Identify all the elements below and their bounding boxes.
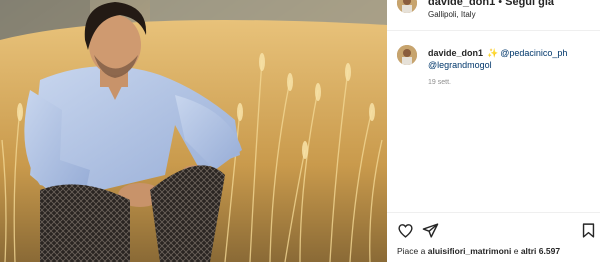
caption-username[interactable]: davide_don1 <box>428 48 483 58</box>
likes-count-button[interactable]: altri 6.597 <box>521 246 560 256</box>
instagram-post: davide_don1 • Segui già Gallipoli, Italy d… <box>0 0 600 267</box>
header-username[interactable]: davide_don1 <box>428 0 495 8</box>
bookmark-icon[interactable] <box>580 222 597 239</box>
sparkle-emoji: ✨ <box>487 48 499 58</box>
avatar[interactable] <box>397 0 417 13</box>
caption-avatar[interactable] <box>397 45 417 65</box>
photo-illustration <box>0 0 387 262</box>
mention-link[interactable]: @pedacinico_ph <box>500 48 567 58</box>
liker-username[interactable]: aluisifiori_matrimoni <box>428 246 512 256</box>
heart-icon[interactable] <box>397 222 414 239</box>
follow-button[interactable]: Segui già <box>505 0 554 8</box>
paper-plane-icon[interactable] <box>422 222 439 239</box>
post-caption: davide_don1 ✨ @pedacinico_ph @legrandmogol <box>428 47 596 71</box>
action-bar <box>387 222 600 244</box>
likes-prefix: Piace a <box>397 246 426 256</box>
caption-timestamp[interactable]: 19 sett. <box>428 79 451 86</box>
bottom-strip <box>0 262 600 267</box>
post-header: davide_don1 • Segui già Gallipoli, Italy <box>387 0 600 29</box>
likes-summary: Piace a aluisifiori_matrimoni e altri 6.… <box>397 246 560 256</box>
header-separator: • <box>498 0 503 8</box>
actions-divider <box>387 212 600 213</box>
likes-conjunction: e <box>513 246 519 256</box>
header-username-row: davide_don1 • Segui già <box>428 0 554 8</box>
post-photo[interactable] <box>0 0 387 262</box>
header-divider <box>387 30 600 31</box>
mention-link[interactable]: @legrandmogol <box>428 60 492 70</box>
location-link[interactable]: Gallipoli, Italy <box>428 10 476 19</box>
post-side-panel: davide_don1 • Segui già Gallipoli, Italy d… <box>387 0 600 267</box>
